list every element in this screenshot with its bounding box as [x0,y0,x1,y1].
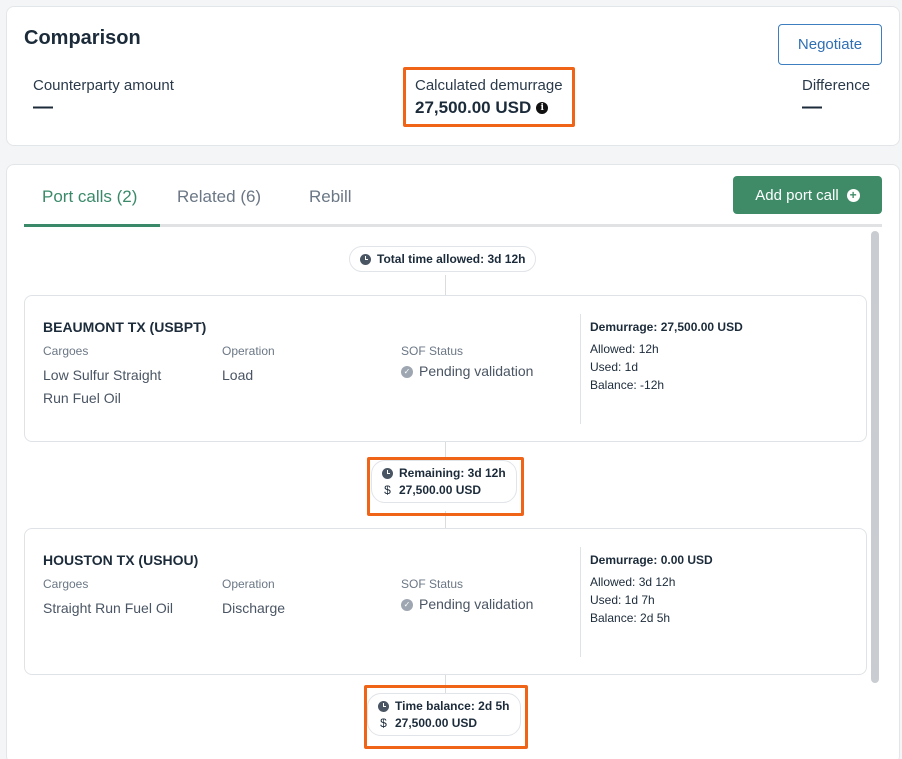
total-time-allowed: Total time allowed: 3d 12h [377,252,526,266]
cargoes-value: Straight Run Fuel Oil [43,597,173,620]
demurrage-amount: Demurrage: 0.00 USD [590,553,713,567]
comparison-title: Comparison [24,27,141,49]
counterparty-amount: Counterparty amount — [33,77,174,118]
sof-status-text: Pending validation [419,596,534,612]
timeline-connector [445,675,446,693]
balance-time: Balance: -12h [590,378,665,392]
remaining-pill: Remaining: 3d 12h $ 27,500.00 USD [371,460,517,503]
operation-field: Operation Load [222,344,275,387]
divider [580,547,581,657]
dollar-icon: $ [380,716,387,730]
demurrage-summary: Demurrage: 0.00 USD Allowed: 3d 12h Used… [590,553,713,627]
sof-status-text: Pending validation [419,363,534,379]
info-icon[interactable]: i [536,102,549,114]
operation-label: Operation [222,577,275,591]
cargoes-value: Low Sulfur Straight Run Fuel Oil [43,364,161,410]
port-call-name: BEAUMONT TX (USBPT) [43,319,207,335]
calculated-label: Calculated demurrage [415,77,563,94]
comparison-card: Comparison Negotiate Counterparty amount… [6,6,900,146]
operation-label: Operation [222,344,275,358]
operation-value: Load [222,367,254,383]
active-tab-indicator [24,224,160,227]
timeline-connector [445,511,446,529]
counterparty-label: Counterparty amount [33,77,174,94]
add-port-call-button[interactable]: Add port call + [733,176,882,214]
check-badge-icon: ✓ [401,365,413,378]
plus-circle-icon: + [846,188,860,202]
timeline-connector [445,275,446,295]
sof-status-value: ✓ Pending validation [401,360,533,383]
counterparty-value: — [33,96,53,118]
tab-related[interactable]: Related (6) [177,187,261,207]
port-calls-card: Port calls (2) Related (6) Rebill Add po… [6,164,900,759]
balance-time: Balance: 2d 5h [590,611,671,625]
tab-rebill[interactable]: Rebill [309,187,352,207]
tab-port-calls[interactable]: Port calls (2) [42,187,137,207]
calculated-demurrage: Calculated demurrage 27,500.00 USD i [415,77,563,118]
sof-status-label: SOF Status [401,577,464,591]
scrollbar[interactable] [871,231,879,683]
cargoes-label: Cargoes [43,577,89,591]
total-time-allowed-pill: Total time allowed: 3d 12h [349,246,537,272]
remaining-amount: 27,500.00 USD [399,483,482,497]
clock-icon [382,467,393,479]
difference-label: Difference [802,77,871,94]
cargoes-field: Cargoes Low Sulfur Straight Run Fuel Oil [43,344,161,410]
calculated-value-row: 27,500.00 USD i [415,98,563,118]
allowed-time: Allowed: 3d 12h [590,575,676,589]
add-port-call-label: Add port call [755,186,839,204]
allowed-time: Allowed: 12h [590,342,659,356]
cargoes-label: Cargoes [43,344,89,358]
time-balance-pill: Time balance: 2d 5h $ 27,500.00 USD [367,693,521,736]
divider [580,314,581,424]
timeline-connector [445,441,446,457]
time-balance: Time balance: 2d 5h [395,699,510,713]
port-call-name: HOUSTON TX (USHOU) [43,552,199,568]
sof-status-field: SOF Status ✓ Pending validation [401,344,533,383]
cargoes-line: Low Sulfur Straight [43,367,162,383]
cargoes-line: Straight Run Fuel Oil [43,600,173,616]
demurrage-summary: Demurrage: 27,500.00 USD Allowed: 12h Us… [590,320,743,394]
operation-field: Operation Discharge [222,577,285,620]
clock-icon [360,253,371,265]
time-balance-amount: 27,500.00 USD [395,716,478,730]
sof-status-value: ✓ Pending validation [401,593,533,616]
port-call-card[interactable]: BEAUMONT TX (USBPT) Cargoes Low Sulfur S… [24,295,867,442]
used-time: Used: 1d [590,360,639,374]
demurrage-amount: Demurrage: 27,500.00 USD [590,320,743,334]
sof-status-field: SOF Status ✓ Pending validation [401,577,533,616]
port-call-card[interactable]: HOUSTON TX (USHOU) Cargoes Straight Run … [24,528,867,675]
cargoes-line: Run Fuel Oil [43,390,121,406]
check-badge-icon: ✓ [401,598,413,611]
cargoes-field: Cargoes Straight Run Fuel Oil [43,577,173,620]
negotiate-button[interactable]: Negotiate [778,24,882,65]
operation-value: Discharge [222,600,286,616]
sof-status-label: SOF Status [401,344,464,358]
dollar-icon: $ [384,483,391,497]
remaining-time: Remaining: 3d 12h [399,466,506,480]
clock-icon [378,700,389,712]
used-time: Used: 1d 7h [590,593,655,607]
difference: Difference — [802,77,871,118]
calculated-value: 27,500.00 USD [415,98,532,117]
difference-value: — [802,96,822,118]
